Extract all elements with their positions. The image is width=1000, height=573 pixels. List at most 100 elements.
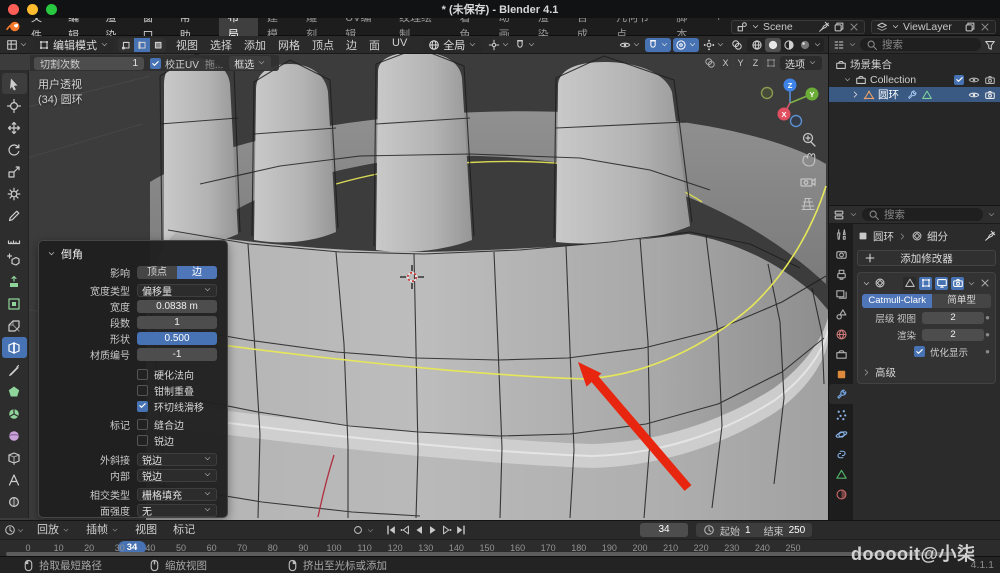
remove-modifier-icon[interactable] — [979, 277, 991, 289]
clamp-overlap-checkbox[interactable] — [137, 385, 148, 396]
toggle-render-icon[interactable] — [951, 277, 964, 290]
new-viewlayer-icon[interactable] — [964, 20, 976, 32]
collapse-icon[interactable] — [862, 277, 871, 289]
auto-keying-button[interactable] — [352, 524, 364, 536]
breadcrumb-object[interactable]: 圆环 — [873, 229, 894, 244]
transform-orientation-dropdown[interactable]: 全局 — [423, 38, 482, 52]
timeline-ruler[interactable]: 34 0102030405060708090100110120130140150… — [0, 539, 1000, 557]
3d-viewport[interactable]: 编辑模式 视图选择添加网格顶点边面UV 全局 — [0, 36, 828, 520]
timeline-menu-回放[interactable]: 回放 — [29, 521, 78, 539]
edge-select-button[interactable] — [134, 38, 150, 52]
blender-logo-icon[interactable] — [6, 19, 21, 34]
properties-tab-modifiers[interactable] — [829, 384, 853, 404]
disable-render-icon[interactable] — [984, 73, 996, 85]
levels-render-field[interactable]: 2 — [922, 329, 984, 341]
drag-mode-dropdown[interactable]: 框选 — [229, 56, 271, 70]
mirror-y-button[interactable]: Y — [734, 57, 747, 70]
tool-knife[interactable] — [2, 359, 27, 380]
cuts-count-field[interactable]: 切割次数 1 — [34, 57, 144, 70]
optimal-display-checkbox[interactable] — [914, 346, 925, 357]
properties-tab-world[interactable] — [829, 324, 853, 344]
mark-seams-checkbox[interactable] — [137, 419, 148, 430]
properties-tab-object[interactable] — [829, 364, 853, 384]
scene-selector[interactable]: Scene — [731, 20, 865, 34]
gizmos-button[interactable] — [701, 38, 727, 52]
outer-miter-dropdown[interactable]: 锐边 — [137, 453, 217, 466]
editor-type-button[interactable] — [833, 38, 845, 50]
editor-type-button[interactable] — [4, 524, 16, 536]
navigation-gizmo[interactable]: Z Y X — [762, 79, 819, 127]
expand-icon[interactable] — [843, 74, 852, 86]
expand-icon[interactable] — [851, 89, 860, 101]
segments-field[interactable]: 1 — [137, 316, 217, 329]
viewlayer-selector[interactable]: ViewLayer — [871, 20, 996, 34]
tool-bevel[interactable] — [2, 315, 27, 336]
viewport-menu-视图[interactable]: 视图 — [170, 37, 204, 53]
header-dropdown-icon[interactable] — [987, 209, 996, 221]
add-modifier-button[interactable]: 添加修改器 — [857, 250, 996, 266]
pin-icon[interactable] — [984, 230, 996, 242]
tool-rip-region[interactable] — [2, 491, 27, 512]
keying-dropdown-icon[interactable] — [366, 524, 375, 536]
current-frame-field[interactable]: 34 — [640, 523, 688, 537]
viewport-canvas[interactable]: Z Y X — [0, 54, 828, 520]
disable-render-icon[interactable] — [984, 88, 996, 100]
delete-scene-icon[interactable] — [848, 20, 860, 32]
object-row-torus[interactable]: 圆环 — [829, 87, 1000, 102]
tool-loop-cut[interactable] — [2, 337, 27, 358]
inner-miter-dropdown[interactable]: 锐边 — [137, 469, 217, 482]
collection-checkbox[interactable] — [954, 75, 964, 85]
tool-rotate[interactable] — [2, 139, 27, 160]
new-scene-icon[interactable] — [833, 20, 845, 32]
toggle-edit-mode-icon[interactable] — [919, 277, 932, 290]
advanced-expand-icon[interactable] — [862, 367, 871, 379]
next-keyframe-button[interactable] — [440, 524, 453, 537]
tool-add-cube[interactable] — [2, 249, 27, 270]
advanced-label[interactable]: 高级 — [875, 365, 896, 380]
tool-measure[interactable] — [2, 227, 27, 248]
play-button[interactable] — [426, 524, 439, 537]
show-hide-button[interactable] — [617, 38, 643, 52]
filter-icon[interactable] — [984, 38, 996, 50]
mode-dropdown[interactable]: 编辑模式 — [33, 38, 114, 52]
properties-tab-scene[interactable] — [829, 304, 853, 324]
levels-viewport-field[interactable]: 2 — [922, 312, 984, 324]
properties-tab-material[interactable] — [829, 484, 853, 504]
delete-viewlayer-icon[interactable] — [979, 20, 991, 32]
timeline-menu-标记[interactable]: 标记 — [165, 521, 203, 539]
scene-collection-row[interactable]: 场景集合 — [829, 57, 1000, 72]
material-index-field[interactable]: -1 — [137, 348, 217, 361]
use-preview-range-icon[interactable] — [703, 524, 715, 536]
mesh-object[interactable] — [146, 54, 828, 520]
mirror-x-button[interactable]: X — [719, 57, 732, 70]
snap-symmetry-icon[interactable] — [765, 57, 777, 69]
tool-poly-build[interactable] — [2, 381, 27, 402]
intersection-type-dropdown[interactable]: 栅格填充 — [137, 488, 217, 501]
tool-spin[interactable] — [2, 403, 27, 424]
extras-dropdown-icon[interactable] — [967, 277, 976, 289]
affect-segment[interactable]: 顶点边 — [137, 266, 217, 279]
tool-tweak[interactable] — [2, 73, 27, 94]
toggle-on-cage-icon[interactable] — [903, 277, 916, 290]
properties-tab-collection[interactable] — [829, 344, 853, 364]
properties-tab-physics[interactable] — [829, 424, 853, 444]
options-dropdown[interactable]: 选项 — [780, 56, 822, 70]
properties-tab-view-layer[interactable] — [829, 284, 853, 304]
tool-smooth[interactable] — [2, 425, 27, 446]
breadcrumb-modifier[interactable]: 细分 — [927, 229, 948, 244]
timeline-menu-插帧[interactable]: 插帧 — [78, 521, 127, 539]
tool-edge-slide[interactable] — [2, 447, 27, 468]
loop-slide-checkbox[interactable] — [137, 401, 148, 412]
properties-tab-output[interactable] — [829, 264, 853, 284]
solid-shading-button[interactable] — [765, 38, 781, 52]
collapse-panel-icon[interactable] — [47, 249, 56, 260]
axis-neg-z[interactable] — [791, 116, 802, 127]
tool-extrude-region[interactable] — [2, 271, 27, 292]
tool-scale[interactable] — [2, 161, 27, 182]
toggle-realtime-icon[interactable] — [935, 277, 948, 290]
viewport-menu-添加[interactable]: 添加 — [238, 37, 272, 53]
face-select-button[interactable] — [150, 38, 166, 52]
tool-transform[interactable] — [2, 183, 27, 204]
snapping-button[interactable] — [645, 38, 671, 52]
editor-type-button[interactable] — [4, 38, 30, 52]
